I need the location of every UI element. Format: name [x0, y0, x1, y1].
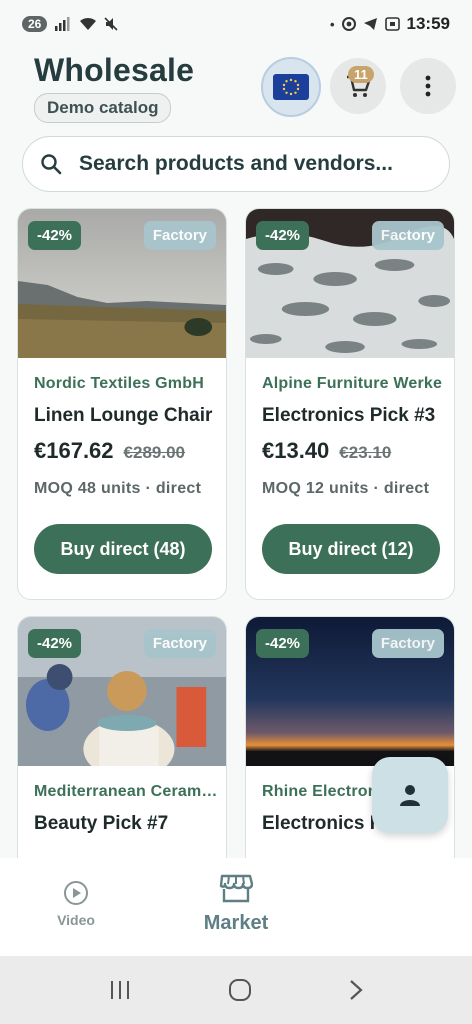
- mute-icon: [104, 17, 118, 31]
- vendor-name[interactable]: Mediterranean Ceramics: [34, 783, 218, 801]
- factory-tag: Factory: [143, 221, 216, 250]
- overflow-menu-button[interactable]: [400, 58, 456, 114]
- moq-text: MOQ 12 units · direct: [262, 480, 430, 497]
- factory-tag: Factory: [143, 629, 216, 658]
- cart-count-badge: 11: [348, 66, 374, 83]
- vendor-name[interactable]: Nordic Textiles GmbH: [34, 375, 218, 393]
- home-icon[interactable]: [228, 978, 252, 1002]
- moq-text: MOQ 48 units · direct: [34, 480, 202, 497]
- nav-market-label: Market: [203, 912, 269, 934]
- discount-badge: -42%: [256, 629, 310, 658]
- price-row: €13.40 €23.10: [262, 438, 391, 464]
- product-name: Electronics Pick #3: [262, 405, 436, 426]
- product-name: Beauty Pick #7: [34, 813, 169, 834]
- chrome-icon: [341, 17, 356, 31]
- clock: 13:59: [406, 14, 450, 33]
- product-card[interactable]: -42% Factory Mediterranean Ceramics Beau…: [17, 616, 227, 858]
- catalog-chip: Demo catalog: [34, 93, 172, 123]
- system-navigation-bar: [0, 956, 472, 1024]
- product-name: Linen Lounge Chair: [34, 405, 213, 426]
- price: €13.40: [262, 438, 330, 463]
- more-vert-icon: [425, 75, 431, 97]
- play-circle-icon: [64, 881, 88, 905]
- discount-badge: -42%: [256, 221, 310, 250]
- factory-tag: Factory: [371, 221, 444, 250]
- status-bar: 26 • 13:59: [0, 0, 472, 48]
- eu-flag-icon: [273, 74, 309, 100]
- discount-badge: -42%: [28, 629, 82, 658]
- back-chevron-icon[interactable]: [348, 978, 364, 1002]
- vendor-name[interactable]: Alpine Furniture Werke: [262, 375, 446, 393]
- old-price: €23.10: [339, 443, 392, 462]
- status-left: 26: [22, 16, 118, 32]
- price: €167.62: [34, 438, 114, 463]
- recent-apps-icon[interactable]: [108, 979, 132, 1001]
- search-icon: [41, 154, 62, 175]
- page-title: Wholesale: [34, 52, 195, 88]
- product-card[interactable]: -42% Factory Nordic Textiles GmbH Linen …: [17, 208, 227, 600]
- search-bar[interactable]: [22, 136, 450, 192]
- signal-icon: [55, 17, 70, 31]
- buy-direct-button[interactable]: Buy direct (48): [34, 524, 212, 574]
- screenshot-icon: [384, 17, 400, 31]
- nav-video[interactable]: Video: [50, 880, 102, 928]
- status-right: • 13:59: [330, 14, 450, 34]
- wifi-icon: [80, 17, 97, 30]
- dot-icon: •: [329, 16, 335, 32]
- region-selector-button[interactable]: [261, 57, 321, 117]
- price-row: €167.62 €289.00: [34, 438, 185, 464]
- notification-count-badge: 26: [22, 16, 48, 32]
- product-card[interactable]: -42% Factory Alpine Furniture Werke Elec…: [245, 208, 455, 600]
- telegram-icon: [363, 18, 377, 30]
- old-price: €289.00: [123, 443, 185, 462]
- factory-tag: Factory: [371, 629, 444, 658]
- nav-market[interactable]: Market: [196, 872, 276, 935]
- search-input[interactable]: [79, 152, 419, 176]
- storefront-icon: [219, 874, 253, 903]
- bottom-navigation: Video Market: [0, 858, 472, 956]
- app-header: Wholesale Demo catalog: [34, 52, 194, 123]
- profile-fab[interactable]: [372, 757, 448, 833]
- discount-badge: -42%: [28, 221, 82, 250]
- person-icon: [400, 785, 420, 806]
- nav-video-label: Video: [57, 912, 95, 928]
- buy-direct-button[interactable]: Buy direct (12): [262, 524, 440, 574]
